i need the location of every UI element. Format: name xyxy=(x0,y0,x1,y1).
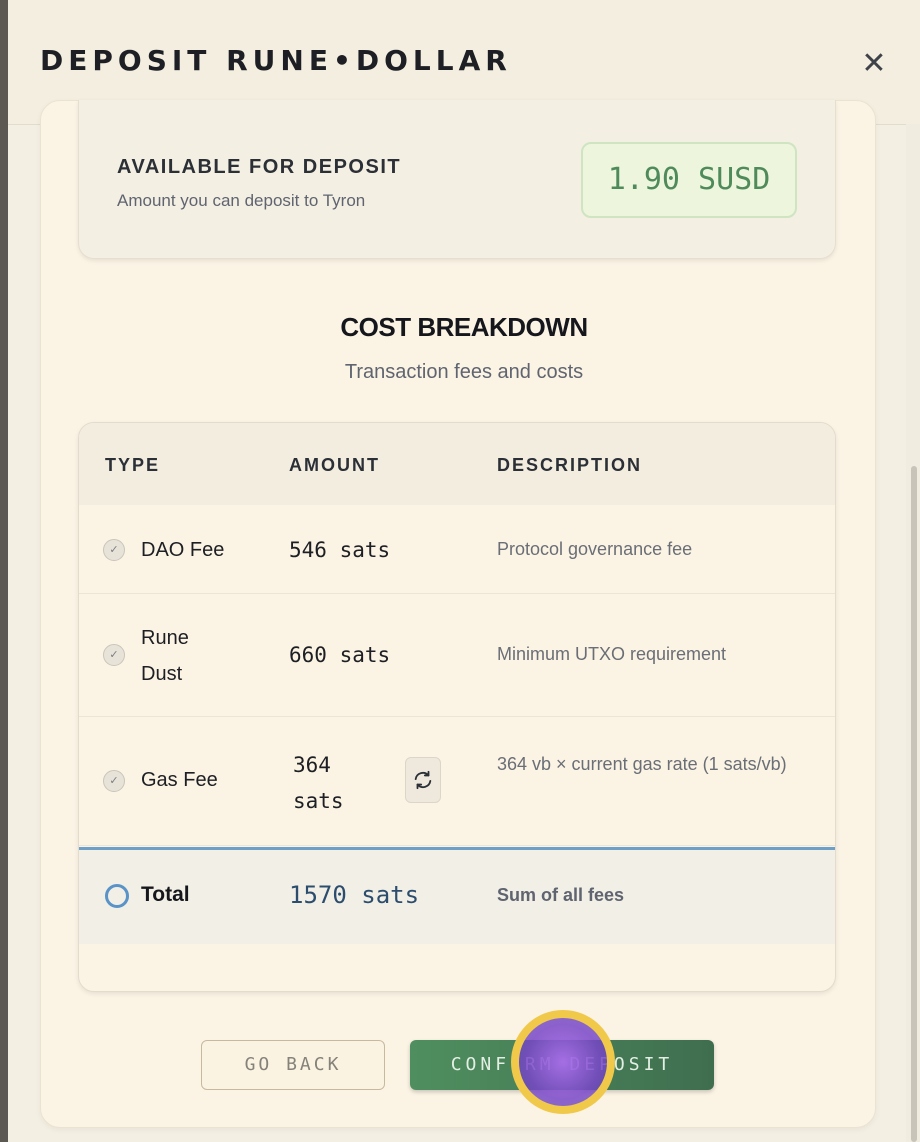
total-label: Total xyxy=(141,883,190,906)
row-type: DAO Fee xyxy=(141,539,225,561)
table-header: TYPE AMOUNT DESCRIPTION xyxy=(79,423,835,505)
go-back-button[interactable]: GO BACK xyxy=(201,1040,385,1090)
cost-breakdown-subtitle: Transaction fees and costs xyxy=(344,361,584,383)
available-panel: AVAILABLE FOR DEPOSIT Amount you can dep… xyxy=(78,100,836,259)
row-amount: 364 sats xyxy=(293,753,344,813)
refresh-gas-button[interactable] xyxy=(405,757,441,803)
table-row: ✓ Rune Dust 660 sats Minimum UTXO requir… xyxy=(79,594,835,717)
row-amount: 546 sats xyxy=(289,538,391,562)
available-subtitle: Amount you can deposit to Tyron xyxy=(117,191,366,210)
check-circle-icon: ✓ xyxy=(103,539,125,561)
row-description: Protocol governance fee xyxy=(497,539,693,559)
cost-table: TYPE AMOUNT DESCRIPTION ✓ DAO Fee 546 sa… xyxy=(78,422,836,992)
header-description: DESCRIPTION xyxy=(497,455,643,475)
row-amount: 660 sats xyxy=(289,643,391,667)
total-amount: 1570 sats xyxy=(289,881,420,909)
header-type: TYPE xyxy=(105,455,161,475)
row-type: Rune Dust xyxy=(141,627,189,685)
modal-title: DEPOSIT RUNE•DOLLAR xyxy=(40,44,512,77)
click-indicator xyxy=(511,1010,615,1114)
table-row: ✓ Gas Fee 364 sats 364 vb × current gas … xyxy=(79,717,835,846)
refresh-icon xyxy=(414,770,432,790)
table-row: ✓ DAO Fee 546 sats Protocol governance f… xyxy=(79,505,835,594)
row-description: 364 vb × current gas rate (1 sats/vb) xyxy=(497,754,787,774)
available-title: AVAILABLE FOR DEPOSIT xyxy=(117,156,402,178)
deposit-modal: DEPOSIT RUNE•DOLLAR ✕ AVAILABLE FOR DEPO… xyxy=(8,0,920,1142)
header-amount: AMOUNT xyxy=(289,455,380,475)
check-circle-icon: ✓ xyxy=(103,770,125,792)
total-description: Sum of all fees xyxy=(497,885,625,905)
scrollbar-thumb[interactable] xyxy=(911,466,917,1142)
close-icon[interactable]: ✕ xyxy=(860,49,888,79)
row-description: Minimum UTXO requirement xyxy=(497,644,727,664)
check-circle-icon: ✓ xyxy=(103,644,125,666)
available-amount-badge: 1.90 SUSD xyxy=(581,142,797,218)
row-type: Gas Fee xyxy=(141,769,218,791)
cost-breakdown-title: COST BREAKDOWN xyxy=(340,312,588,342)
total-ring-icon xyxy=(105,884,129,908)
total-row: Total 1570 sats Sum of all fees xyxy=(79,847,835,944)
